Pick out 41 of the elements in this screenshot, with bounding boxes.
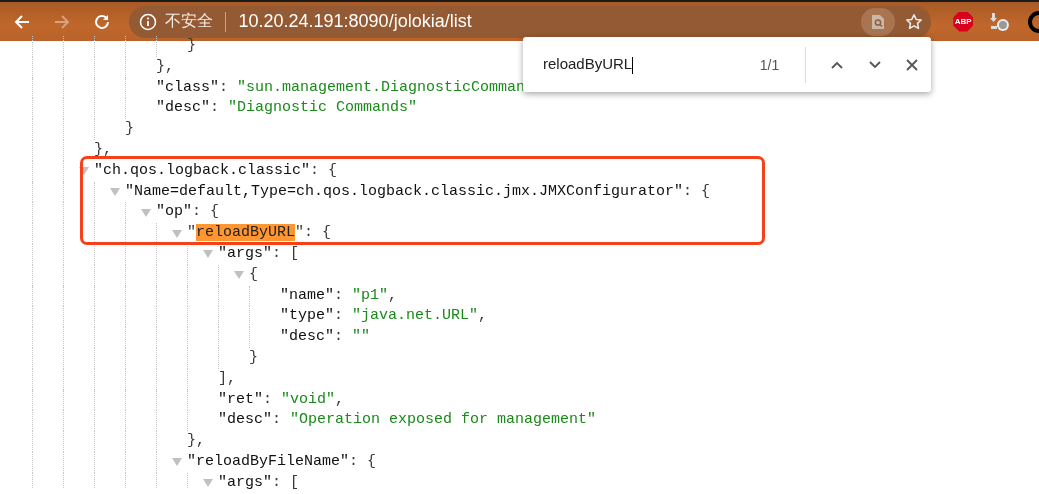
json-line: "args": [ <box>218 243 300 264</box>
address-bar[interactable]: 不安全 10.20.24.191:8090/jolokia/list <box>129 5 932 38</box>
profile-icon[interactable] <box>1027 10 1039 33</box>
json-line: "desc": "Diagnostic Commands" <box>156 98 418 119</box>
security-label: 不安全 <box>165 11 214 31</box>
json-line: "op": { <box>156 202 220 223</box>
json-line: "type": "java.net.URL", <box>280 306 488 327</box>
chevron-down-icon <box>867 59 882 70</box>
json-line: } <box>249 347 258 368</box>
json-line: "ret": "void", <box>218 389 345 410</box>
json-line: "desc": "" <box>280 327 371 348</box>
json-line: "Name=default,Type=ch.qos.logback.classic.jmx.JMXConfigurator": { <box>125 181 711 202</box>
json-line: }, <box>156 56 174 77</box>
search-highlight: reloadByURL <box>196 224 296 242</box>
chevron-up-icon <box>830 59 845 70</box>
json-line: } <box>125 119 134 140</box>
extension-icon[interactable] <box>990 11 1011 32</box>
url-text: 10.20.24.191:8090/jolokia/list <box>238 11 472 32</box>
json-line: ], <box>218 368 236 389</box>
json-line: "args": [ <box>218 472 300 489</box>
match-count: 1/1 <box>759 56 781 73</box>
json-line: "reloadByFileName": { <box>187 451 377 472</box>
adblock-icon[interactable]: ABP <box>953 11 974 32</box>
json-line: } <box>187 36 196 56</box>
json-line: }, <box>187 431 205 452</box>
reload-icon <box>92 12 111 31</box>
json-line: }, <box>94 140 112 160</box>
expand-triangle-icon[interactable] <box>79 167 89 176</box>
find-input[interactable]: reloadByURL <box>543 55 741 74</box>
json-line: "name": "p1", <box>280 285 398 306</box>
info-icon[interactable] <box>139 12 158 31</box>
close-icon <box>905 57 920 72</box>
forward-arrow-icon <box>52 12 71 31</box>
json-line: "reloadByURL": { <box>187 223 332 244</box>
json-line: "desc": "Operation exposed for management" <box>218 410 597 431</box>
star-icon[interactable] <box>905 12 924 31</box>
search-page-icon[interactable] <box>861 7 896 36</box>
back-arrow-icon <box>12 12 31 31</box>
json-line: "class": "sun.management.DiagnosticComman <box>156 77 526 98</box>
json-line: { <box>249 264 258 285</box>
json-line: "ch.qos.logback.classic": { <box>94 160 338 181</box>
